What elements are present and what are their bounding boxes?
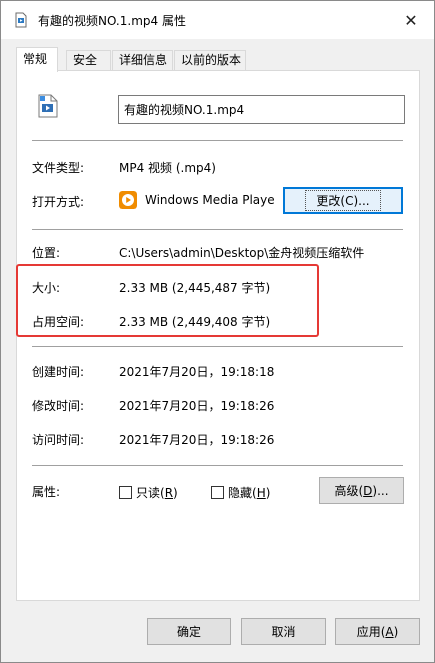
- cancel-label: 取消: [271, 625, 296, 639]
- properties-dialog: 有趣的视频NO.1.mp4 属性 ✕ 常规 安全 详细信息 以前的版本 有趣的视…: [0, 0, 435, 663]
- tab-security[interactable]: 安全: [66, 50, 111, 71]
- accessed-value: 2021年7月20日，19:18:26: [119, 433, 275, 447]
- file-type-value: MP4 视频 (.mp4): [119, 161, 216, 175]
- open-with-value: Windows Media Playe: [145, 193, 275, 207]
- attributes-label: 属性:: [32, 485, 61, 499]
- video-file-large-icon: [38, 94, 58, 118]
- advanced-text: 高级: [334, 484, 359, 498]
- title-bar: 有趣的视频NO.1.mp4 属性 ✕: [1, 1, 434, 39]
- modified-value: 2021年7月20日，19:18:26: [119, 399, 275, 413]
- file-type-label: 文件类型:: [32, 161, 85, 175]
- change-button-label: 更改(C)...: [305, 190, 381, 211]
- file-name-input[interactable]: 有趣的视频NO.1.mp4: [118, 95, 405, 124]
- advanced-button[interactable]: 高级(D)...: [319, 477, 404, 504]
- separator: [32, 465, 403, 466]
- hidden-checkbox-box[interactable]: [211, 486, 224, 499]
- location-label: 位置:: [32, 246, 61, 260]
- readonly-access-key: R: [164, 485, 174, 500]
- hidden-text: 隐藏: [228, 486, 253, 500]
- readonly-checkbox[interactable]: 只读(R): [119, 484, 178, 501]
- video-file-icon: [15, 12, 27, 28]
- tab-general[interactable]: 常规: [16, 47, 58, 72]
- change-button[interactable]: 更改(C)...: [283, 187, 403, 214]
- hidden-access-key: H: [256, 485, 266, 500]
- advanced-access-key: D: [363, 483, 373, 498]
- ok-button[interactable]: 确定: [147, 618, 231, 645]
- accessed-label: 访问时间:: [32, 433, 85, 447]
- created-value: 2021年7月20日，19:18:18: [119, 365, 275, 379]
- readonly-text: 只读: [136, 486, 161, 500]
- separator: [32, 229, 403, 230]
- tab-previous-versions[interactable]: 以前的版本: [174, 50, 246, 71]
- separator: [32, 346, 403, 347]
- open-with-label: 打开方式:: [32, 195, 85, 209]
- apply-access-key: A: [385, 624, 394, 639]
- windows-media-player-icon: [119, 191, 137, 209]
- readonly-checkbox-box[interactable]: [119, 486, 132, 499]
- close-icon: ✕: [404, 10, 418, 30]
- hidden-checkbox[interactable]: 隐藏(H): [211, 484, 270, 501]
- cancel-button[interactable]: 取消: [241, 618, 326, 645]
- created-label: 创建时间:: [32, 365, 85, 379]
- location-value: C:\Users\admin\Desktop\金舟视频压缩软件: [119, 246, 365, 260]
- apply-text: 应用: [356, 625, 381, 639]
- window-title: 有趣的视频NO.1.mp4 属性: [38, 14, 186, 28]
- size-highlight-box: [16, 264, 319, 337]
- apply-button[interactable]: 应用(A): [335, 618, 420, 645]
- ok-label: 确定: [176, 625, 201, 639]
- separator: [32, 140, 403, 141]
- tab-details[interactable]: 详细信息: [112, 50, 173, 71]
- modified-label: 修改时间:: [32, 399, 85, 413]
- close-button[interactable]: ✕: [388, 1, 434, 39]
